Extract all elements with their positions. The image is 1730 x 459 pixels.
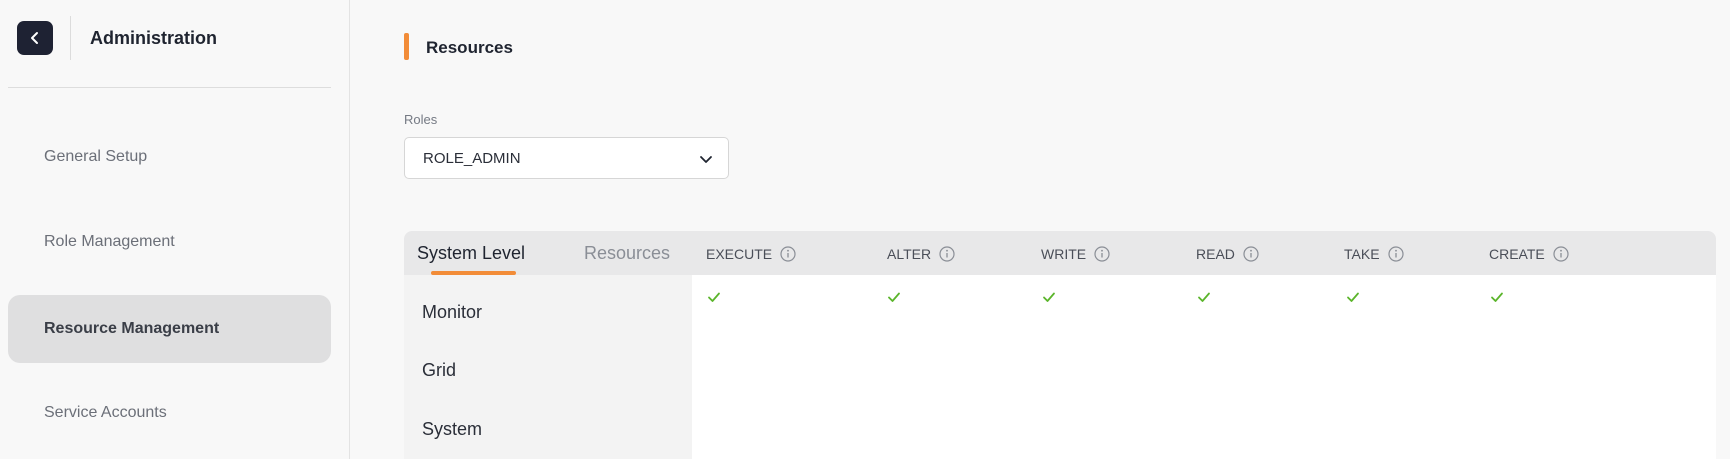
sidebar-item-label: General Setup <box>44 148 148 165</box>
main-content: Resources Roles ROLE_ADMIN System Level … <box>351 0 1730 459</box>
info-icon[interactable] <box>1553 246 1569 262</box>
column-header-create: CREATE <box>1489 246 1569 262</box>
check-icon[interactable] <box>1042 290 1056 304</box>
column-header-label: WRITE <box>1041 246 1087 262</box>
sidebar-divider <box>8 87 331 88</box>
resource-item-grid[interactable]: Grid <box>422 360 456 381</box>
permissions-table-header: System Level Resources EXECUTE ALTER WRI… <box>404 231 1716 275</box>
check-icon[interactable] <box>707 290 721 304</box>
column-header-execute: EXECUTE <box>706 246 796 262</box>
column-header-write: WRITE <box>1041 246 1110 262</box>
check-icon[interactable] <box>1197 290 1211 304</box>
sidebar-item-service-accounts[interactable]: Service Accounts <box>8 379 331 447</box>
info-icon[interactable] <box>780 246 796 262</box>
chevron-down-icon <box>700 156 712 163</box>
sidebar-title: Administration <box>90 28 218 48</box>
section-accent-bar <box>404 33 409 60</box>
info-icon[interactable] <box>1387 246 1404 262</box>
sidebar-item-resource-management[interactable]: Resource Management <box>8 295 331 363</box>
sidebar-item-label: Role Management <box>44 233 175 250</box>
sidebar-item-label: Service Accounts <box>44 404 167 421</box>
resource-list: Monitor Grid System <box>404 275 692 459</box>
section-title: Resources <box>426 38 513 57</box>
sidebar: Administration General Setup Role Manage… <box>0 0 350 459</box>
sidebar-item-label: Resource Management <box>44 320 220 337</box>
info-icon[interactable] <box>939 246 955 262</box>
column-header-read: READ <box>1196 246 1259 262</box>
info-icon[interactable] <box>1094 246 1110 262</box>
roles-select[interactable]: ROLE_ADMIN <box>404 137 729 179</box>
roles-select-value: ROLE_ADMIN <box>423 150 521 167</box>
sidebar-header: Administration <box>0 0 350 88</box>
column-header-label: READ <box>1196 246 1235 262</box>
sidebar-item-role-management[interactable]: Role Management <box>8 208 331 276</box>
check-icon[interactable] <box>1490 290 1504 304</box>
resource-item-system[interactable]: System <box>422 419 482 440</box>
tab-system-level[interactable]: System Level <box>417 243 525 264</box>
check-icon[interactable] <box>887 290 901 304</box>
permissions-table: System Level Resources EXECUTE ALTER WRI… <box>404 231 1716 459</box>
column-header-label: ALTER <box>887 246 932 262</box>
column-header-label: TAKE <box>1344 246 1380 262</box>
column-header-take: TAKE <box>1344 246 1404 262</box>
info-icon[interactable] <box>1243 246 1259 262</box>
back-button[interactable] <box>17 21 53 55</box>
column-header-label: CREATE <box>1489 246 1545 262</box>
check-icon[interactable] <box>1346 290 1360 304</box>
column-header-label: EXECUTE <box>706 246 773 262</box>
column-header-alter: ALTER <box>887 246 955 262</box>
sidebar-item-general-setup[interactable]: General Setup <box>8 123 331 191</box>
header-divider <box>70 16 71 60</box>
resource-item-monitor[interactable]: Monitor <box>422 302 482 323</box>
tab-resources[interactable]: Resources <box>584 243 670 264</box>
roles-label: Roles <box>404 112 438 127</box>
chevron-left-icon <box>31 32 38 44</box>
